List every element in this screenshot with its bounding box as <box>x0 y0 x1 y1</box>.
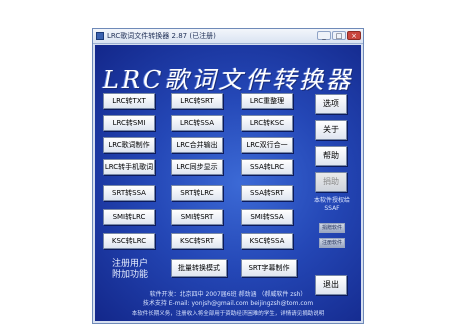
lrc-to-srt-button[interactable]: LRC转SRT <box>171 93 223 109</box>
srt-subtitle-maker-button[interactable]: SRT字幕制作 <box>241 259 297 277</box>
minimize-button[interactable]: _ <box>317 31 331 40</box>
register-line-1: 注册用户 <box>111 259 148 269</box>
donate-software-button[interactable]: 捐赠软件 <box>319 223 345 233</box>
smi-to-lrc-button[interactable]: SMI转LRC <box>103 209 155 225</box>
title-bar[interactable]: LRC歌词文件转换器 2.87 (已注册) _ □ × <box>93 29 363 44</box>
lrc-dual-line-merge-button[interactable]: LRC双行合一 <box>241 137 293 153</box>
lrc-to-smi-button[interactable]: LRC转SMI <box>103 115 155 131</box>
close-button[interactable]: × <box>347 31 361 40</box>
ksc-to-srt-button[interactable]: KSC转SRT <box>171 233 223 249</box>
ssa-to-lrc-button[interactable]: SSA转LRC <box>241 159 293 175</box>
register-line-2: 附加功能 <box>111 270 148 280</box>
footer-note: 本软件长期义务，注册收入将全部用于资助经济困难的学生，详情请见捐助说明 <box>131 311 325 317</box>
ksc-to-lrc-button[interactable]: KSC转LRC <box>103 233 155 249</box>
maximize-button[interactable]: □ <box>332 31 346 40</box>
lrc-to-txt-button[interactable]: LRC转TXT <box>103 93 155 109</box>
srt-to-lrc-button[interactable]: SRT转LRC <box>171 185 223 201</box>
donate-button[interactable]: 捐助 <box>315 172 347 192</box>
registered-user-label: 注册用户 附加功能 <box>105 259 155 281</box>
lrc-to-ssa-button[interactable]: LRC转SSA <box>171 115 223 131</box>
srt-to-ssa-button[interactable]: SRT转SSA <box>103 185 155 201</box>
license-line-1: 本软件授权给 <box>313 197 350 204</box>
lrc-to-ksc-button[interactable]: LRC转KSC <box>241 115 293 131</box>
main-panel: LRC歌词文件转换器 LRC转TXT LRC转SRT LRC重整理 LRC转SM… <box>95 45 361 321</box>
footer-support: 技术支持 E-mail: yonjsh@gmail.com beijingzsh… <box>142 300 314 307</box>
lrc-to-mobile-button[interactable]: LRC转手机歌词 <box>103 159 155 175</box>
lrc-reorganize-button[interactable]: LRC重整理 <box>241 93 293 109</box>
options-button[interactable]: 选项 <box>315 94 347 114</box>
ksc-to-ssa-button[interactable]: KSC转SSA <box>241 233 293 249</box>
batch-convert-button[interactable]: 批量转换模式 <box>171 259 227 277</box>
license-line-2: SSAF <box>324 205 340 212</box>
about-button[interactable]: 关于 <box>315 120 347 140</box>
lrc-sync-display-button[interactable]: LRC同步显示 <box>171 159 223 175</box>
license-info: 本软件授权给 SSAF <box>307 197 357 213</box>
footer-developer: 软件开发：北京四中 2007届6班 郝劲涵 （郝威软件 zsh） <box>149 291 307 298</box>
app-window: LRC歌词文件转换器 2.87 (已注册) _ □ × LRC歌词文件转换器 L… <box>92 28 364 324</box>
ssa-to-srt-button[interactable]: SSA转SRT <box>241 185 293 201</box>
help-button[interactable]: 帮助 <box>315 146 347 166</box>
app-logo: LRC歌词文件转换器 <box>103 66 354 94</box>
app-icon <box>96 32 104 40</box>
window-title: LRC歌词文件转换器 2.87 (已注册) <box>107 32 216 40</box>
register-software-button[interactable]: 注册软件 <box>319 238 345 248</box>
lrc-merge-output-button[interactable]: LRC合并输出 <box>171 137 223 153</box>
lrc-lyric-maker-button[interactable]: LRC歌词制作 <box>103 137 155 153</box>
smi-to-srt-button[interactable]: SMI转SRT <box>171 209 223 225</box>
smi-to-ssa-button[interactable]: SMI转SSA <box>241 209 293 225</box>
